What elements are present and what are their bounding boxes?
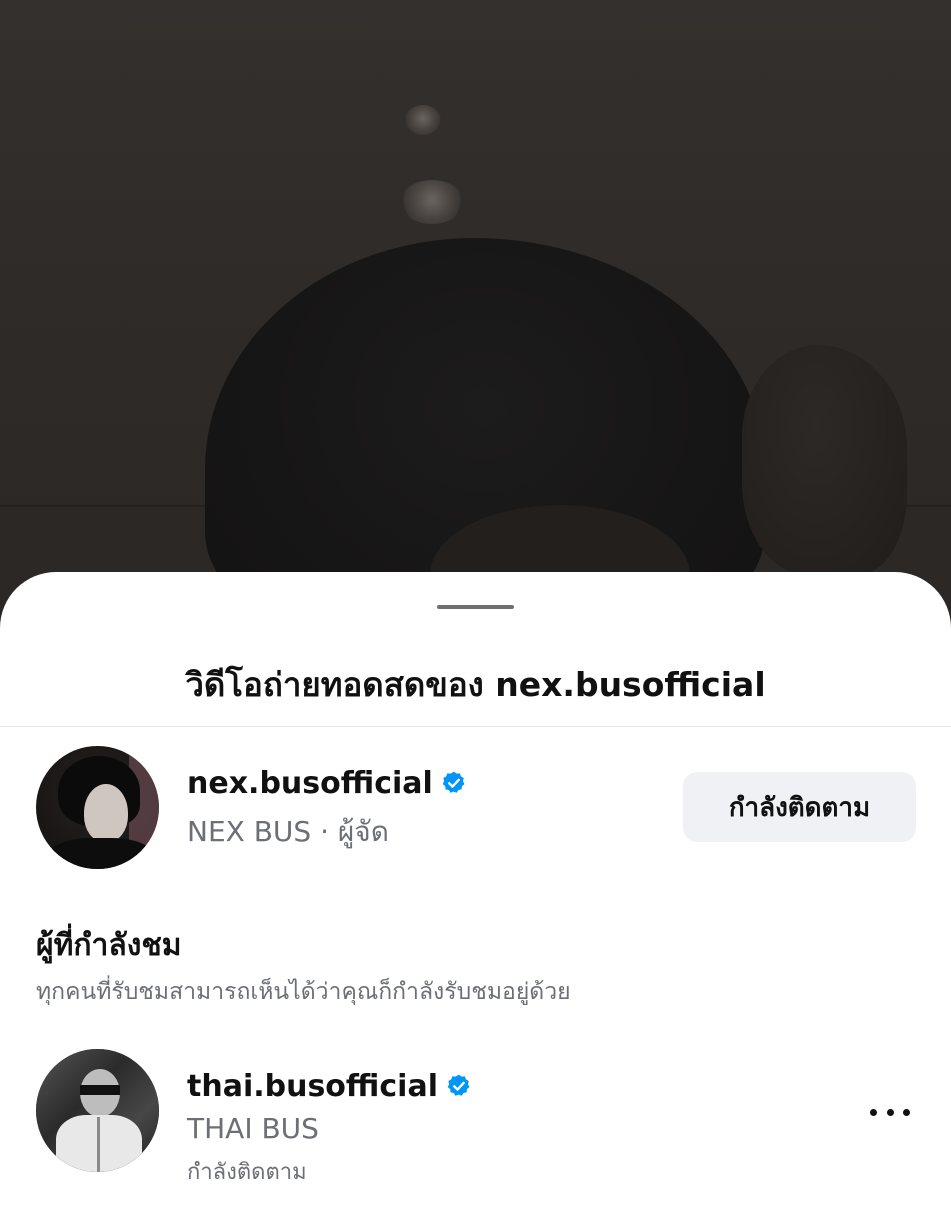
viewer-display-name: THAI BUS [187, 1112, 319, 1145]
viewer-avatar[interactable] [36, 1049, 159, 1172]
dot [886, 1108, 894, 1116]
viewer-username[interactable]: thai.busofficial [187, 1069, 438, 1104]
avatar-shirt [46, 838, 156, 869]
more-options-icon[interactable] [870, 1104, 910, 1120]
sheet-title: วิดีโอถ่ายทอดสดของ nex.busofficial [185, 665, 766, 704]
host-username[interactable]: nex.busofficial [187, 766, 433, 801]
dot [870, 1108, 877, 1116]
dot [903, 1108, 910, 1116]
streamer-hand [742, 345, 907, 575]
live-video-background[interactable] [0, 0, 951, 640]
sheet-grab-handle[interactable] [437, 605, 514, 609]
ceiling-light [400, 180, 464, 224]
avatar-face [84, 784, 128, 842]
verified-badge-icon [442, 771, 465, 793]
avatar-zipper [97, 1117, 100, 1172]
following-button[interactable]: กำลังติดตาม [683, 772, 916, 842]
host-role: NEX BUS · ผู้จัด [187, 815, 389, 848]
verified-badge-icon [447, 1074, 470, 1096]
viewer-username-row[interactable]: thai.busofficial [187, 1069, 472, 1104]
host-username-row[interactable]: nex.busofficial [187, 766, 467, 801]
host-avatar[interactable] [36, 746, 159, 869]
viewer-follow-status: กำลังติดตาม [187, 1160, 307, 1185]
live-viewers-sheet: วิดีโอถ่ายทอดสดของ nex.busofficial nex.b… [0, 572, 951, 1212]
viewers-section-description: ทุกคนที่รับชมสามารถเห็นได้ว่าคุณก็กำลังร… [36, 979, 571, 1005]
ceiling-light [405, 105, 441, 135]
divider [0, 726, 951, 727]
viewers-section-title: ผู้ที่กำลังชม [36, 928, 182, 963]
avatar-sunglasses [80, 1085, 120, 1095]
